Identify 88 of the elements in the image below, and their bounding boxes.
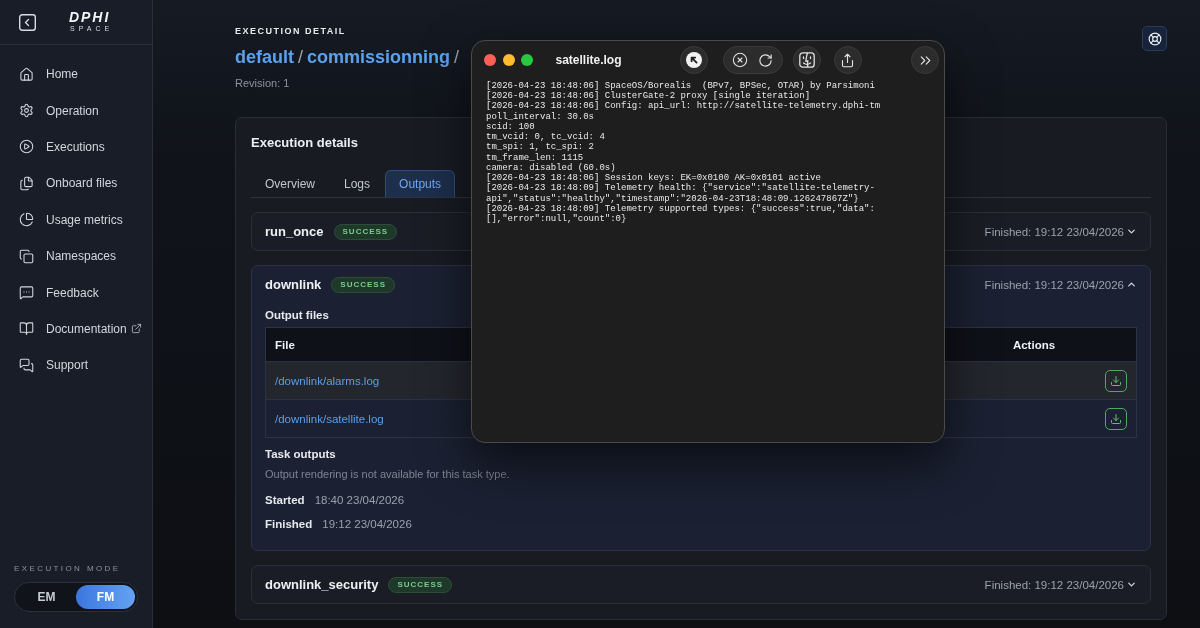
help-button[interactable]: [1142, 26, 1167, 51]
download-button[interactable]: [1105, 369, 1127, 392]
toolbar-button[interactable]: [911, 46, 939, 74]
logo-wordmark: DPHI: [68, 11, 111, 24]
task-name: run_once: [265, 224, 324, 239]
file-link[interactable]: /downlink/alarms.log: [275, 374, 380, 387]
log-line: api","status":"healthy","timestamp":"2026-04-23T18:48:09.126247867Z"}: [486, 193, 859, 204]
section-title: Output files: [265, 308, 329, 322]
breadcrumb-link[interactable]: default: [235, 44, 294, 70]
chevron-down-icon[interactable]: [1126, 579, 1137, 590]
toolbar-button[interactable]: [757, 52, 773, 68]
status-badge: SUCCESS: [331, 276, 396, 293]
tab[interactable]: Outputs: [385, 170, 456, 197]
window-zoom-button[interactable]: [521, 54, 533, 66]
nav-item[interactable]: Onboard files: [0, 165, 146, 202]
breadcrumb-link[interactable]: commissionning: [307, 44, 451, 70]
finished-time: Finished: 19:12 23/04/2026: [984, 225, 1124, 238]
log-line: [2026-04-23 18:48:09] Telemetry supported types: {"success":true,"data":: [486, 203, 875, 214]
time-value: 18:40 23/04/2026: [314, 494, 405, 506]
arrow-circle-icon: [685, 52, 702, 68]
file-link[interactable]: /downlink/satellite.log: [275, 412, 384, 425]
house-icon: [19, 66, 34, 82]
log-line: [2026-04-23 18:48:06] Session keys: EK=0x0100 AK=0x0101 active: [486, 173, 821, 184]
info-text: Output rendering is not available for this task type.: [265, 467, 510, 481]
time-label: Started: [265, 494, 305, 506]
task-name: downlink_security: [265, 577, 379, 592]
revision-text: Revision: 1: [235, 76, 290, 90]
nav-item[interactable]: Executions: [0, 128, 146, 166]
sidebar-toggle-icon[interactable]: [19, 13, 36, 31]
finished-time: Finished: 19:12 23/04/2026: [984, 278, 1124, 291]
log-line: [2026-04-23 18:48:06] ClusterGate-2 proxy [single iteration]: [486, 91, 811, 102]
log-line: tm_frame_len: 1115: [486, 152, 584, 163]
pie-chart-icon: [19, 212, 34, 228]
chat-bubble-icon: [19, 285, 34, 301]
status-badge: SUCCESS: [388, 576, 453, 593]
reload-icon: [757, 52, 773, 68]
copy-icon: [19, 248, 34, 264]
book-icon: [19, 321, 34, 337]
gear-icon: [19, 103, 34, 119]
nav-item[interactable]: Namespaces: [0, 237, 146, 275]
nav-item[interactable]: Usage metrics: [0, 201, 146, 238]
chevron-down-icon[interactable]: [1126, 226, 1137, 237]
download-icon: [1110, 374, 1122, 387]
tab[interactable]: Overview: [251, 170, 329, 197]
nav-item[interactable]: Home: [0, 56, 146, 93]
log-line: camera: disabled (60.0s): [486, 162, 616, 173]
x-circle-icon: [732, 52, 749, 68]
chat-bubbles-icon: [19, 357, 34, 373]
log-line: [],"error":null,"count":0}: [486, 214, 627, 225]
log-line: [2026-04-23 18:48:06] SpaceOS/Borealis (BPv7, BPSec, OTAR) by Parsimoni: [486, 81, 875, 91]
share-icon: [840, 52, 856, 68]
section-title: Task outputs: [265, 447, 336, 461]
play-circle-icon: [19, 139, 34, 155]
nav-item[interactable]: Feedback: [0, 274, 146, 311]
log-line: [2026-04-23 18:48:06] Config: api_url: http://satellite-telemetry.dphi-tm: [486, 101, 881, 112]
log-line: tm_spi: 1, tc_spi: 2: [486, 142, 595, 153]
log-line: poll_interval: 30.0s: [486, 111, 595, 122]
time-value: 19:12 23/04/2026: [322, 518, 412, 530]
breadcrumb-separator: /: [454, 46, 460, 69]
mode-option[interactable]: EM: [17, 585, 76, 609]
nav-item[interactable]: Operation: [0, 92, 146, 129]
log-line: tm_vcid: 0, tc_vcid: 4: [486, 132, 605, 143]
column-header: Actions: [1012, 338, 1056, 351]
nav-item[interactable]: Support: [0, 347, 146, 384]
files-icon: [19, 175, 34, 191]
nav-item[interactable]: Documentation: [0, 310, 146, 348]
window-close-button[interactable]: [484, 54, 496, 66]
toolbar-button[interactable]: [833, 46, 862, 74]
window-minimize-button[interactable]: [502, 54, 515, 66]
log-line: scid: 100: [486, 121, 535, 132]
toolbar-button[interactable]: [679, 46, 708, 74]
task-name: downlink: [265, 277, 322, 292]
download-icon: [1110, 412, 1122, 425]
face-square-icon: [798, 52, 815, 68]
page-label: EXECUTION DETAIL: [235, 25, 346, 38]
window-title: satellite.log: [555, 53, 622, 67]
finished-time: Finished: 19:12 23/04/2026: [984, 578, 1124, 591]
status-badge: SUCCESS: [333, 223, 398, 240]
lifebuoy-icon: [1147, 31, 1162, 46]
toolbar-button[interactable]: [792, 46, 821, 74]
column-header: File: [275, 338, 295, 351]
section-label: EXECUTION MODE: [14, 564, 121, 574]
card-title: Execution details: [251, 135, 358, 151]
time-label: Finished: [265, 518, 313, 530]
log-line: [2026-04-23 18:48:09] Telemetry health: {"service":"satellite-telemetry-: [486, 183, 875, 194]
tab[interactable]: Logs: [330, 170, 385, 197]
download-button[interactable]: [1105, 407, 1127, 430]
breadcrumb-separator: /: [298, 46, 304, 69]
